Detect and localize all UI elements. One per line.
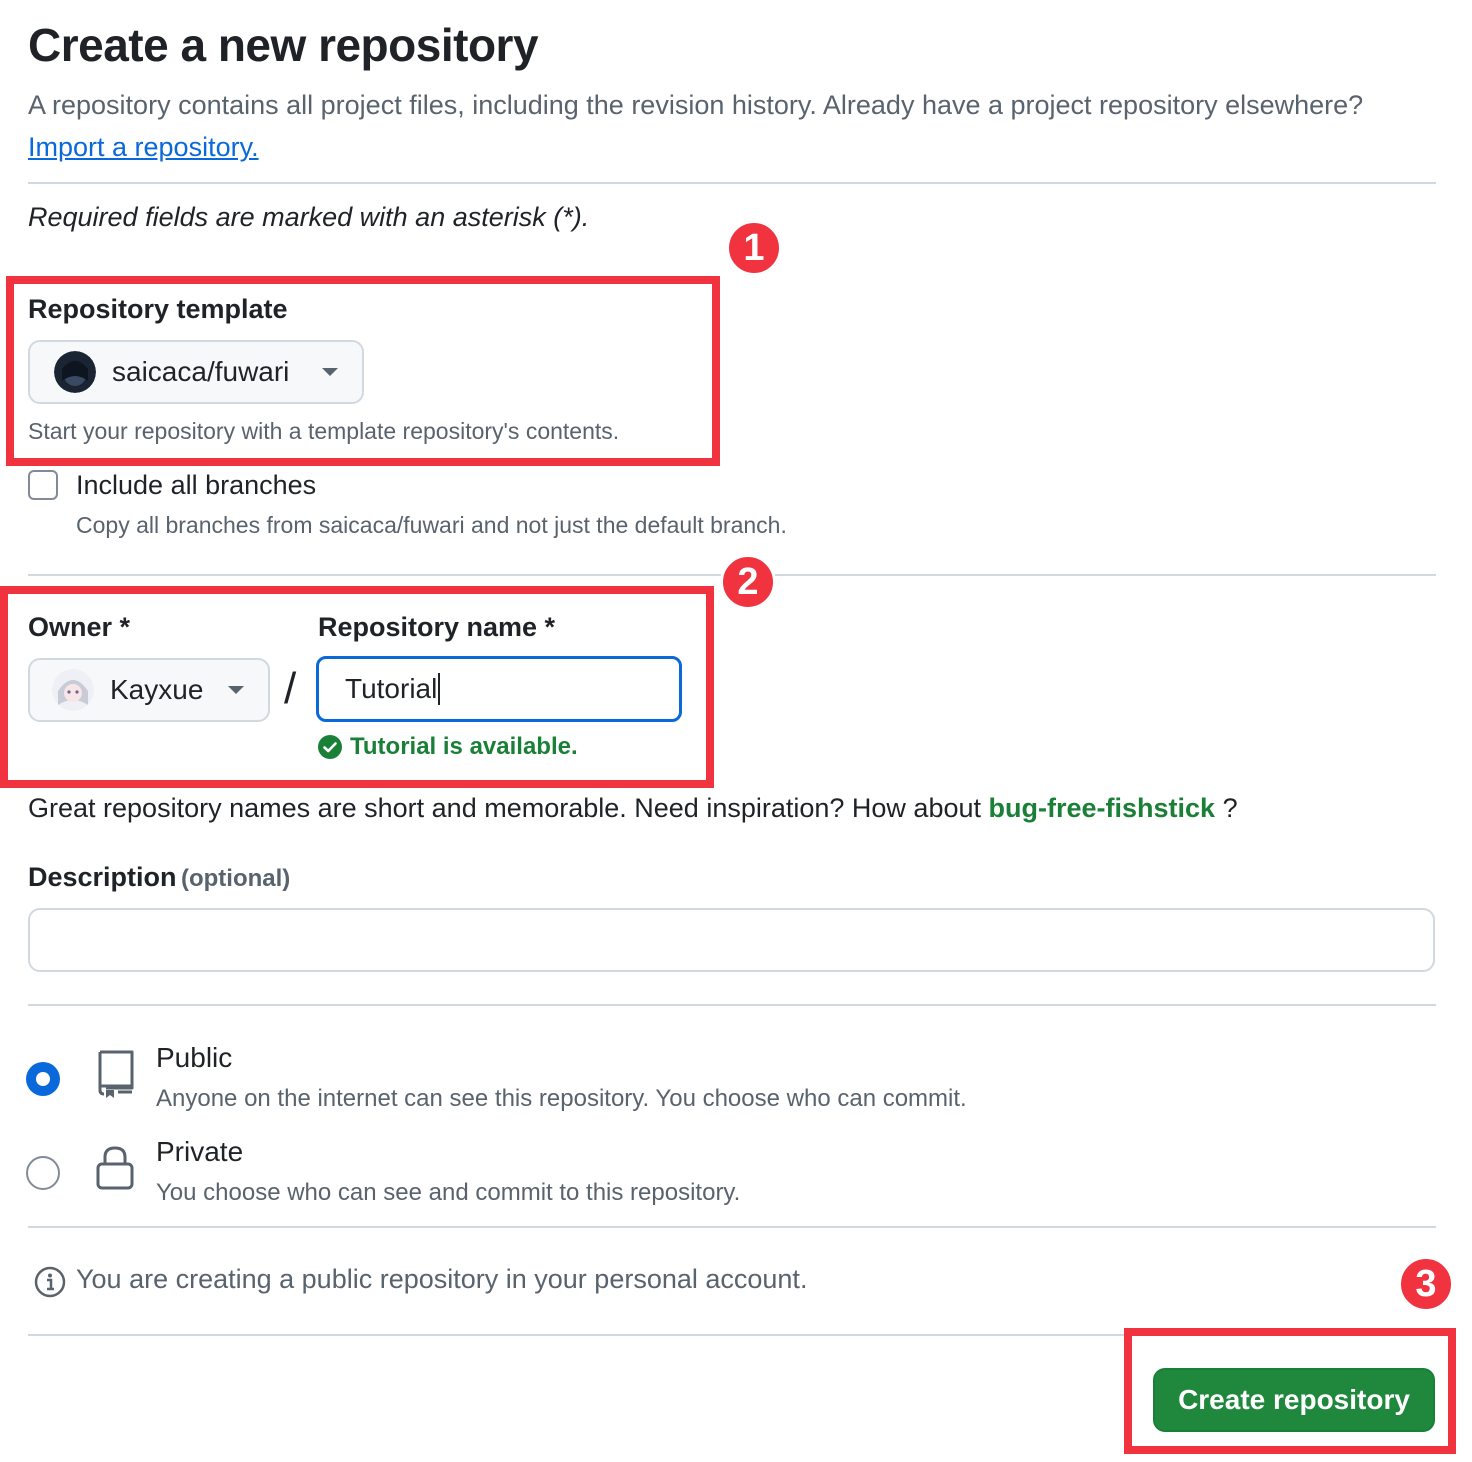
info-note: You are creating a public repository in … bbox=[76, 1264, 808, 1294]
annotation-badge-3: 3 bbox=[1398, 1256, 1454, 1312]
divider bbox=[28, 1004, 1436, 1006]
description-label: Description bbox=[28, 862, 177, 892]
inspiration-trailing: ? bbox=[1222, 793, 1238, 823]
include-branches-checkbox[interactable] bbox=[28, 470, 58, 500]
highlight-box-owner-name bbox=[0, 586, 714, 788]
suggested-name-link[interactable]: bug-free-fishstick bbox=[989, 793, 1216, 823]
description-optional: (optional) bbox=[180, 865, 291, 892]
description-label-row: Description (optional) bbox=[28, 862, 290, 893]
annotation-badge-1: 1 bbox=[726, 220, 782, 276]
intro-description: A repository contains all project files,… bbox=[28, 90, 1364, 120]
highlight-box-create bbox=[1124, 1328, 1456, 1454]
name-inspiration: Great repository names are short and mem… bbox=[28, 793, 1238, 824]
public-title: Public bbox=[156, 1042, 233, 1073]
required-fields-note: Required fields are marked with an aster… bbox=[28, 202, 590, 232]
divider bbox=[28, 182, 1436, 184]
description-input[interactable] bbox=[28, 908, 1435, 972]
import-repository-link[interactable]: Import a repository. bbox=[28, 132, 259, 162]
annotation-badge-2: 2 bbox=[720, 554, 776, 610]
highlight-box-template bbox=[6, 276, 720, 466]
info-icon bbox=[34, 1266, 66, 1298]
public-radio[interactable] bbox=[26, 1062, 60, 1096]
private-radio[interactable] bbox=[26, 1156, 60, 1190]
intro-text: A repository contains all project files,… bbox=[28, 84, 1428, 168]
page-title: Create a new repository bbox=[28, 19, 539, 71]
private-title: Private bbox=[156, 1136, 244, 1167]
private-description: You choose who can see and commit to thi… bbox=[156, 1179, 741, 1206]
repo-icon bbox=[98, 1050, 134, 1098]
inspiration-text: Great repository names are short and mem… bbox=[28, 793, 981, 823]
divider bbox=[28, 1226, 1436, 1228]
public-description: Anyone on the internet can see this repo… bbox=[156, 1085, 967, 1112]
lock-icon bbox=[96, 1146, 134, 1190]
include-branches-label: Include all branches bbox=[76, 470, 317, 500]
include-branches-hint: Copy all branches from saicaca/fuwari an… bbox=[76, 512, 787, 538]
